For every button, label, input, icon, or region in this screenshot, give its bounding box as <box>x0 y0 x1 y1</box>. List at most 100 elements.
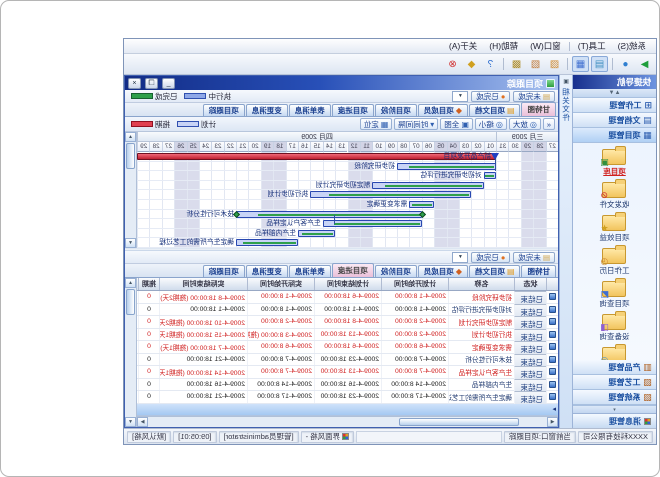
sidebar-group-文档管理[interactable]: ▤文档管理 <box>573 113 656 128</box>
table-row[interactable]: 已结束对初步研究进行评估2009-4-1 8:00:002009-4-1 18:… <box>137 304 558 317</box>
calendar-icon[interactable]: ▧ <box>546 56 563 72</box>
filter-已完成-button[interactable]: ●已完成 <box>471 252 510 263</box>
gantt-时间间隔-button[interactable]: ▾时间间隔 <box>394 118 438 130</box>
sidebar-group-系统管理[interactable]: ▨系统管理 <box>573 390 656 405</box>
tab-项目跟踪[interactable]: 项目跟踪 <box>203 265 245 277</box>
scroll-thumb[interactable] <box>126 143 135 169</box>
filter-dropdown[interactable]: ▼ <box>452 91 468 102</box>
column-header-计划结束时间[interactable]: 计划结束时间 <box>314 278 381 290</box>
table-row[interactable]: 已结束技术可行性分析2009-4-7 8:00:002009-4-23 18:0… <box>137 354 558 367</box>
column-header-icon[interactable] <box>546 278 558 290</box>
gantt-chart[interactable]: 三月 2009四月 200927282930310102030405060708… <box>137 132 558 248</box>
sidebar-item-项目效益[interactable]: ★项目效益 <box>600 212 630 243</box>
collapse-button[interactable]: « <box>543 118 555 130</box>
menu-item[interactable]: 系统(S) <box>612 39 652 53</box>
reports-icon[interactable]: ▤ <box>591 56 608 72</box>
gantt-缩小-button[interactable]: ◎缩小 <box>475 118 507 130</box>
tab-项目成员[interactable]: ◆项目成员 <box>418 104 468 116</box>
table-row[interactable]: 已结束生产客户认定样品2009-4-7 8:00:002009-4-13 18:… <box>137 366 558 379</box>
globe-icon[interactable]: ● <box>617 56 634 72</box>
sidebar-item-项目库[interactable]: ▣项目库 <box>603 146 627 177</box>
gantt-放大-button[interactable]: ◎放大 <box>509 118 541 130</box>
table-horizontal-scrollbar[interactable]: ◀▶ <box>137 416 558 427</box>
gantt-定位-button[interactable]: ▦定位 <box>360 118 393 130</box>
tab-项目阶段[interactable]: 项目阶段 <box>375 265 417 277</box>
scroll-right-arrow[interactable]: ▶ <box>137 417 148 427</box>
scroll-thumb[interactable] <box>126 289 135 315</box>
table-row[interactable]: 已结束需求变更确定2009-4-6 8:00:002009-4-6 18:00:… <box>137 341 558 354</box>
restore-button[interactable]: ❐ <box>145 78 158 89</box>
gantt-vertical-scrollbar[interactable]: ▲ ▼ <box>125 132 137 248</box>
column-header-拖期[interactable]: 拖期 <box>138 278 159 290</box>
task-bar-需求变更确定[interactable] <box>409 201 434 208</box>
tab-项目成员[interactable]: ◆项目成员 <box>418 265 468 277</box>
tab-变更消息[interactable]: 变更消息 <box>246 265 288 277</box>
menu-item[interactable]: 工具(T) <box>572 39 612 53</box>
table-row[interactable]: 已结束确定生产所需的工艺过程2009-4-17 8:00:002009-4-23… <box>137 391 558 404</box>
menu-item[interactable]: 关于(A) <box>443 39 483 53</box>
filter-未完成-button[interactable]: ▤未完成 <box>513 252 555 263</box>
task-bar-生产客户认定样品[interactable] <box>323 220 422 227</box>
table-vertical-scrollbar[interactable]: ▲ ▼ <box>125 278 137 427</box>
message-management-button[interactable]: 消息管理 <box>573 413 656 428</box>
column-header-实际开始时间[interactable]: 实际开始时间 <box>247 278 314 290</box>
column-header-状态[interactable]: 状态 <box>514 278 546 290</box>
sidebar-collapse-handle[interactable]: ▲▼ <box>573 89 656 98</box>
sidebar-item-工作日历[interactable]: ◷工作日历 <box>600 245 630 276</box>
task-bar-技术可行性分析[interactable] <box>236 211 422 218</box>
menu-item[interactable]: 窗口(W) <box>524 39 567 53</box>
task-bar-制定初步研究计划[interactable] <box>372 182 483 189</box>
sidebar-item-设备查询[interactable]: ◨设备查询 <box>600 311 630 342</box>
sidebar-group-项目管理[interactable]: ▦项目管理 <box>573 128 656 143</box>
gantt-全图-button[interactable]: ▣全图 <box>440 118 473 130</box>
tab-变更消息[interactable]: 变更消息 <box>246 104 288 116</box>
tab-项目文档[interactable]: ▤项目文档 <box>469 265 521 277</box>
tab-项目阶段[interactable]: 项目阶段 <box>375 104 417 116</box>
task-bar-对初步研究进行评估[interactable] <box>484 172 496 179</box>
folder-view-icon[interactable]: ▦ <box>572 56 589 72</box>
filter-dropdown[interactable]: ▼ <box>452 252 468 263</box>
tab-甘特图[interactable]: 甘特图 <box>522 102 557 116</box>
menu-item[interactable]: 帮助(H) <box>483 39 524 53</box>
table-row[interactable]: 已结束初步研究阶段2009-4-1 8:00:002009-4-6 18:00:… <box>137 291 558 304</box>
close-button[interactable]: × <box>128 78 141 89</box>
sidebar-overflow-strip[interactable]: ▾ <box>573 405 656 413</box>
tab-项目进度[interactable]: 项目进度 <box>332 263 374 277</box>
tab-表单消息[interactable]: 表单消息 <box>289 265 331 277</box>
scroll-up-arrow[interactable]: ▲ <box>125 278 136 288</box>
scroll-down-arrow[interactable]: ▼ <box>125 417 136 427</box>
tasks-icon[interactable]: ▩ <box>508 56 525 72</box>
selected-empty-row[interactable]: ▸ <box>137 404 558 416</box>
sidebar-item-项目文档查找[interactable]: ◎项目文档查找 <box>592 344 637 360</box>
minimize-button[interactable]: _ <box>162 78 175 89</box>
scroll-down-arrow[interactable]: ▼ <box>125 238 136 248</box>
tab-项目跟踪[interactable]: 项目跟踪 <box>203 104 245 116</box>
scroll-left-arrow[interactable]: ◀ <box>547 417 558 427</box>
chart-icon[interactable]: ▶ <box>636 56 653 72</box>
lock-icon[interactable]: ◆ <box>463 56 480 72</box>
task-bar-确定生产所需的工艺过程[interactable] <box>236 239 298 246</box>
scroll-thumb[interactable] <box>399 418 519 426</box>
sidebar-item-收发文件[interactable]: ⊘收发文件 <box>600 179 630 210</box>
help-icon[interactable]: ? <box>482 56 499 72</box>
sidebar-item-项目查询[interactable]: ◩项目查询 <box>600 278 630 309</box>
tab-表单消息[interactable]: 表单消息 <box>289 104 331 116</box>
sidebar-group-工作管理[interactable]: ⊞工作管理 <box>573 98 656 113</box>
table-row[interactable]: 已结束生产内部样品2009-4-14 8:00:002009-4-16 18:0… <box>137 379 558 392</box>
task-bar-初步研究阶段[interactable] <box>397 163 496 170</box>
task-bar-生产内部样品[interactable] <box>298 230 335 237</box>
tab-项目进度[interactable]: 项目进度 <box>332 104 374 116</box>
sidebar-group-工艺管理[interactable]: ▧工艺管理 <box>573 375 656 390</box>
filter-未完成-button[interactable]: ▤未完成 <box>513 91 555 102</box>
filter-已完成-button[interactable]: ●已完成 <box>471 91 510 102</box>
window-title-bar[interactable]: 项目跟踪 _ ❐ × <box>125 76 558 90</box>
tab-甘特图[interactable]: 甘特图 <box>522 265 557 277</box>
column-header-实际结束时间[interactable]: 实际结束时间 <box>159 278 247 290</box>
sidebar-group-产品管理[interactable]: ▥产品管理 <box>573 360 656 375</box>
column-header-计划开始时间[interactable]: 计划开始时间 <box>381 278 448 290</box>
collapsed-panel-tab[interactable]: ▣ 相关文件 <box>559 75 572 428</box>
task-bar-执行初步计划[interactable] <box>310 191 471 198</box>
scroll-up-arrow[interactable]: ▲ <box>125 132 136 142</box>
table-row[interactable]: 已结束执行初步计划2009-4-2 8:00:002009-4-13 18:00… <box>137 329 558 342</box>
column-header-名称[interactable]: 名称 <box>448 278 514 290</box>
